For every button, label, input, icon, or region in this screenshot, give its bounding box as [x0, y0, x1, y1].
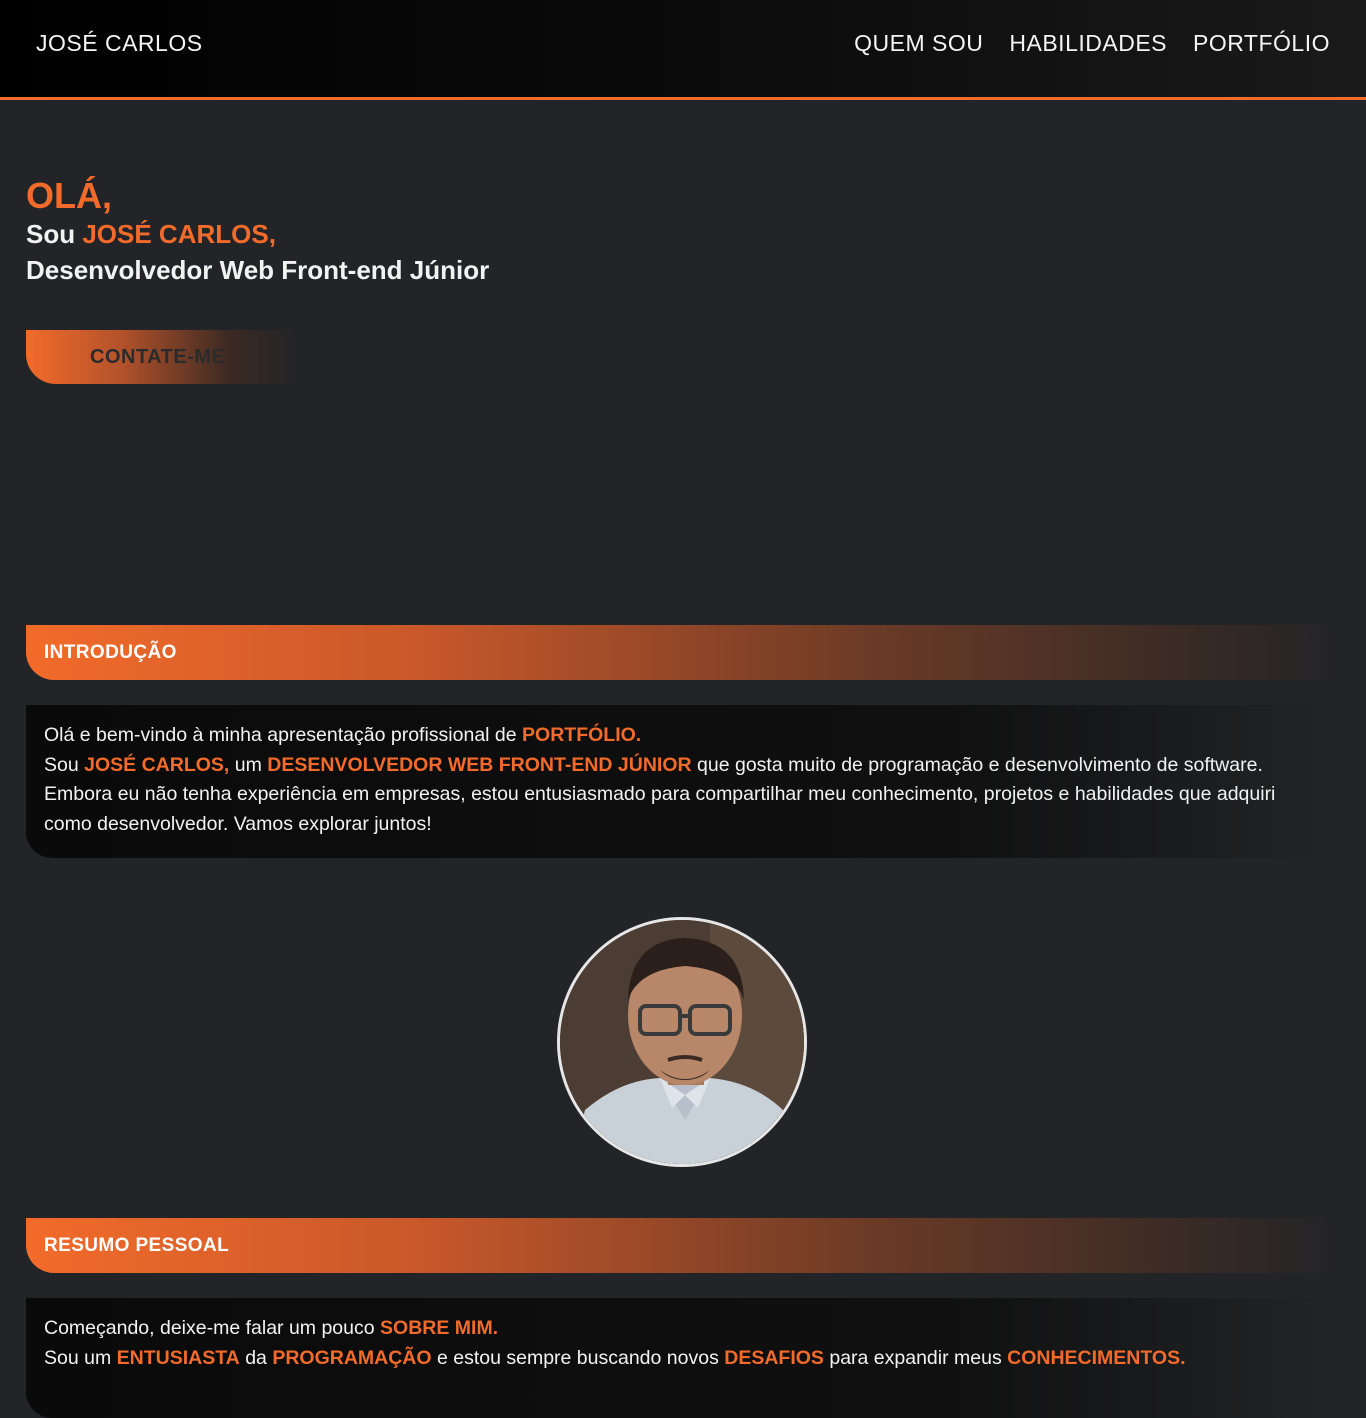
nav-link-quem-sou[interactable]: QUEM SOU: [854, 30, 983, 57]
intro-paragraph-1: Olá e bem-vindo à minha apresentação pro…: [44, 721, 1308, 751]
hero-role: Desenvolvedor Web Front-end Júnior: [26, 255, 490, 285]
contact-me-button[interactable]: CONTATE-ME: [26, 330, 296, 384]
section-header-introducao: INTRODUÇÃO: [26, 625, 1336, 680]
resume-p2-highlight-4: CONHECIMENTOS.: [1007, 1346, 1186, 1369]
hero-section: OLÁ, Sou JOSÉ CARLOS, Desenvolvedor Web …: [26, 176, 489, 288]
resume-p1-text: Começando, deixe-me falar um pouco: [44, 1317, 381, 1339]
nav-link-habilidades[interactable]: HABILIDADES: [1009, 30, 1167, 57]
intro-paragraph-2: Sou JOSÉ CARLOS, um DESENVOLVEDOR WEB FR…: [44, 751, 1308, 840]
profile-photo-icon: [560, 920, 804, 1164]
section-header-resumo-pessoal: RESUMO PESSOAL: [26, 1218, 1336, 1273]
hero-name: JOSÉ CARLOS,: [82, 219, 276, 249]
intro-text-card: Olá e bem-vindo à minha apresentação pro…: [26, 705, 1336, 858]
intro-p2-highlight-name: JOSÉ CARLOS,: [84, 753, 230, 776]
resume-p2-text-d: para expandir meus: [823, 1346, 1008, 1369]
intro-p2-text-b: um: [229, 753, 268, 776]
resume-p2-text-a: Sou um: [44, 1346, 117, 1369]
intro-p1-highlight: PORTFÓLIO.: [522, 724, 642, 746]
resume-p2-text-c: e estou sempre buscando novos: [431, 1346, 725, 1369]
top-navbar: JOSÉ CARLOS QUEM SOU HABILIDADES PORTFÓL…: [0, 0, 1366, 100]
resume-p2-text-b: da: [239, 1346, 273, 1369]
profile-photo: [557, 917, 807, 1167]
hero-greeting: OLÁ,: [26, 175, 112, 216]
nav-link-portfolio[interactable]: PORTFÓLIO: [1193, 30, 1330, 57]
resume-p1-highlight: SOBRE MIM.: [380, 1317, 499, 1339]
hero-intro-line: Sou JOSÉ CARLOS,: [26, 216, 489, 252]
resume-p2-highlight-2: PROGRAMAÇÃO: [272, 1346, 432, 1369]
resume-paragraph-2: Sou um ENTUSIASTA da PROGRAMAÇÃO e estou…: [44, 1344, 1308, 1374]
hero-prefix: Sou: [26, 219, 83, 249]
brand-logo-text[interactable]: JOSÉ CARLOS: [36, 30, 203, 57]
resume-p2-highlight-3: DESAFIOS: [724, 1346, 824, 1369]
main-nav: QUEM SOU HABILIDADES PORTFÓLIO: [854, 30, 1330, 57]
intro-p2-highlight-role: DESENVOLVEDOR WEB FRONT-END JÚNIOR: [267, 753, 692, 776]
resume-text-card: Começando, deixe-me falar um pouco SOBRE…: [26, 1298, 1336, 1418]
intro-p2-text-a: Sou: [44, 753, 85, 776]
resume-paragraph-1: Começando, deixe-me falar um pouco SOBRE…: [44, 1314, 1308, 1344]
resume-p2-highlight-1: ENTUSIASTA: [116, 1346, 240, 1369]
intro-p1-text: Olá e bem-vindo à minha apresentação pro…: [44, 724, 523, 746]
